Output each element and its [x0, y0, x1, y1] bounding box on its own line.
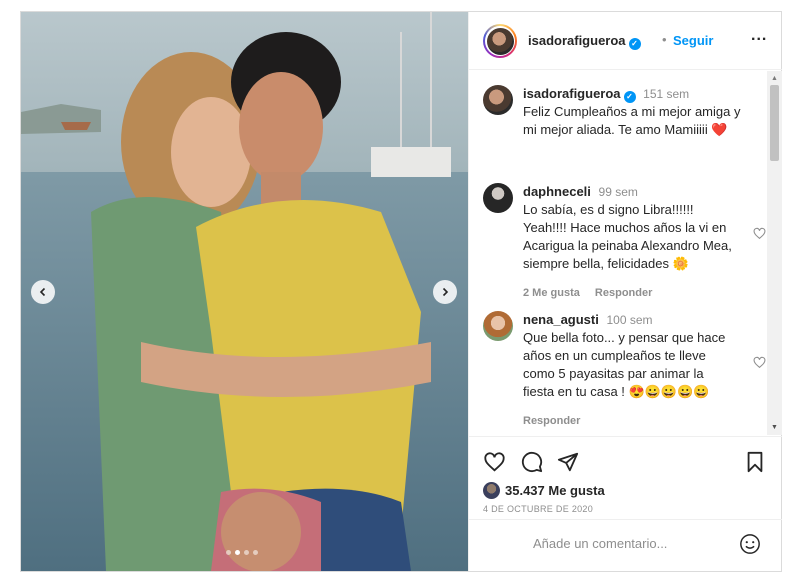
comment-likes[interactable]: 2 Me gusta [523, 287, 580, 299]
scroll-down-icon[interactable]: ▼ [771, 424, 778, 431]
post-side-panel: isadorafigueroa ✓ • Seguir ... isadorafig… [468, 12, 782, 571]
heart-icon[interactable] [483, 451, 506, 473]
carousel-dot [226, 550, 231, 555]
comments-scrollbar[interactable]: ▲ ▼ [767, 71, 782, 435]
more-options-button[interactable]: ... [751, 27, 767, 45]
chevron-right-icon [442, 287, 449, 297]
header-separator: • [662, 32, 667, 47]
comment-text: Lo sabía, es d signo Libra!!!!!! Yeah!!!… [523, 202, 732, 271]
comment-meta: Responder [523, 412, 733, 430]
avatar-image [486, 27, 514, 55]
liker-avatar [483, 482, 500, 499]
caption-time: 151 sem [643, 87, 690, 101]
likes-count[interactable]: 35.437 Me gusta [505, 483, 605, 498]
author-avatar[interactable] [483, 24, 517, 58]
post-photo [21, 12, 468, 571]
comment-time: 99 sem [598, 185, 638, 199]
author-username[interactable]: isadorafigueroa ✓ [528, 33, 641, 50]
post-header: isadorafigueroa ✓ • Seguir ... [469, 12, 782, 70]
reply-button[interactable]: Responder [523, 415, 580, 427]
caption-avatar[interactable] [483, 85, 513, 115]
like-comment-icon[interactable] [753, 227, 766, 240]
reply-button[interactable]: Responder [595, 287, 652, 299]
chevron-left-icon [39, 287, 46, 297]
comment-username[interactable]: daphneceli [523, 184, 591, 199]
post-media [21, 12, 468, 571]
verified-badge-icon: ✓ [628, 38, 641, 50]
next-slide-button[interactable] [433, 280, 457, 304]
instagram-post: isadorafigueroa ✓ • Seguir ... isadorafig… [20, 11, 782, 572]
comment-text: Que bella foto... y pensar que hace años… [523, 330, 726, 399]
comment-input[interactable] [533, 536, 733, 551]
carousel-dot [244, 550, 249, 555]
carousel-indicator [226, 550, 258, 555]
like-comment-icon[interactable] [753, 356, 766, 369]
comment-avatar[interactable] [483, 311, 513, 341]
caption-username[interactable]: isadorafigueroa ✓ [523, 86, 636, 103]
comment-meta: 2 Me gusta Responder [523, 284, 733, 302]
likes-summary[interactable]: 35.437 Me gusta [483, 482, 605, 499]
paper-plane-icon[interactable] [557, 451, 579, 473]
follow-button[interactable]: Seguir [673, 33, 713, 48]
carousel-dot [253, 550, 258, 555]
comments-list: isadorafigueroa ✓ 151 sem Feliz Cumpleaño… [469, 71, 782, 435]
comment-time: 100 sem [606, 313, 653, 327]
post-date: 4 DE OCTUBRE DE 2020 [483, 504, 594, 514]
comment-username[interactable]: nena_agusti [523, 312, 599, 327]
verified-badge-icon: ✓ [623, 91, 636, 103]
scroll-up-icon[interactable]: ▲ [771, 75, 778, 82]
bookmark-icon[interactable] [745, 451, 765, 473]
smiley-icon[interactable] [739, 533, 761, 555]
caption-text: Feliz Cumpleaños a mi mejor amiga y mi m… [523, 104, 741, 137]
scrollbar-thumb[interactable] [770, 85, 779, 161]
comment-icon[interactable] [521, 451, 543, 473]
previous-slide-button[interactable] [31, 280, 55, 304]
comment-avatar[interactable] [483, 183, 513, 213]
carousel-dot [235, 550, 240, 555]
add-comment-bar [469, 519, 782, 571]
